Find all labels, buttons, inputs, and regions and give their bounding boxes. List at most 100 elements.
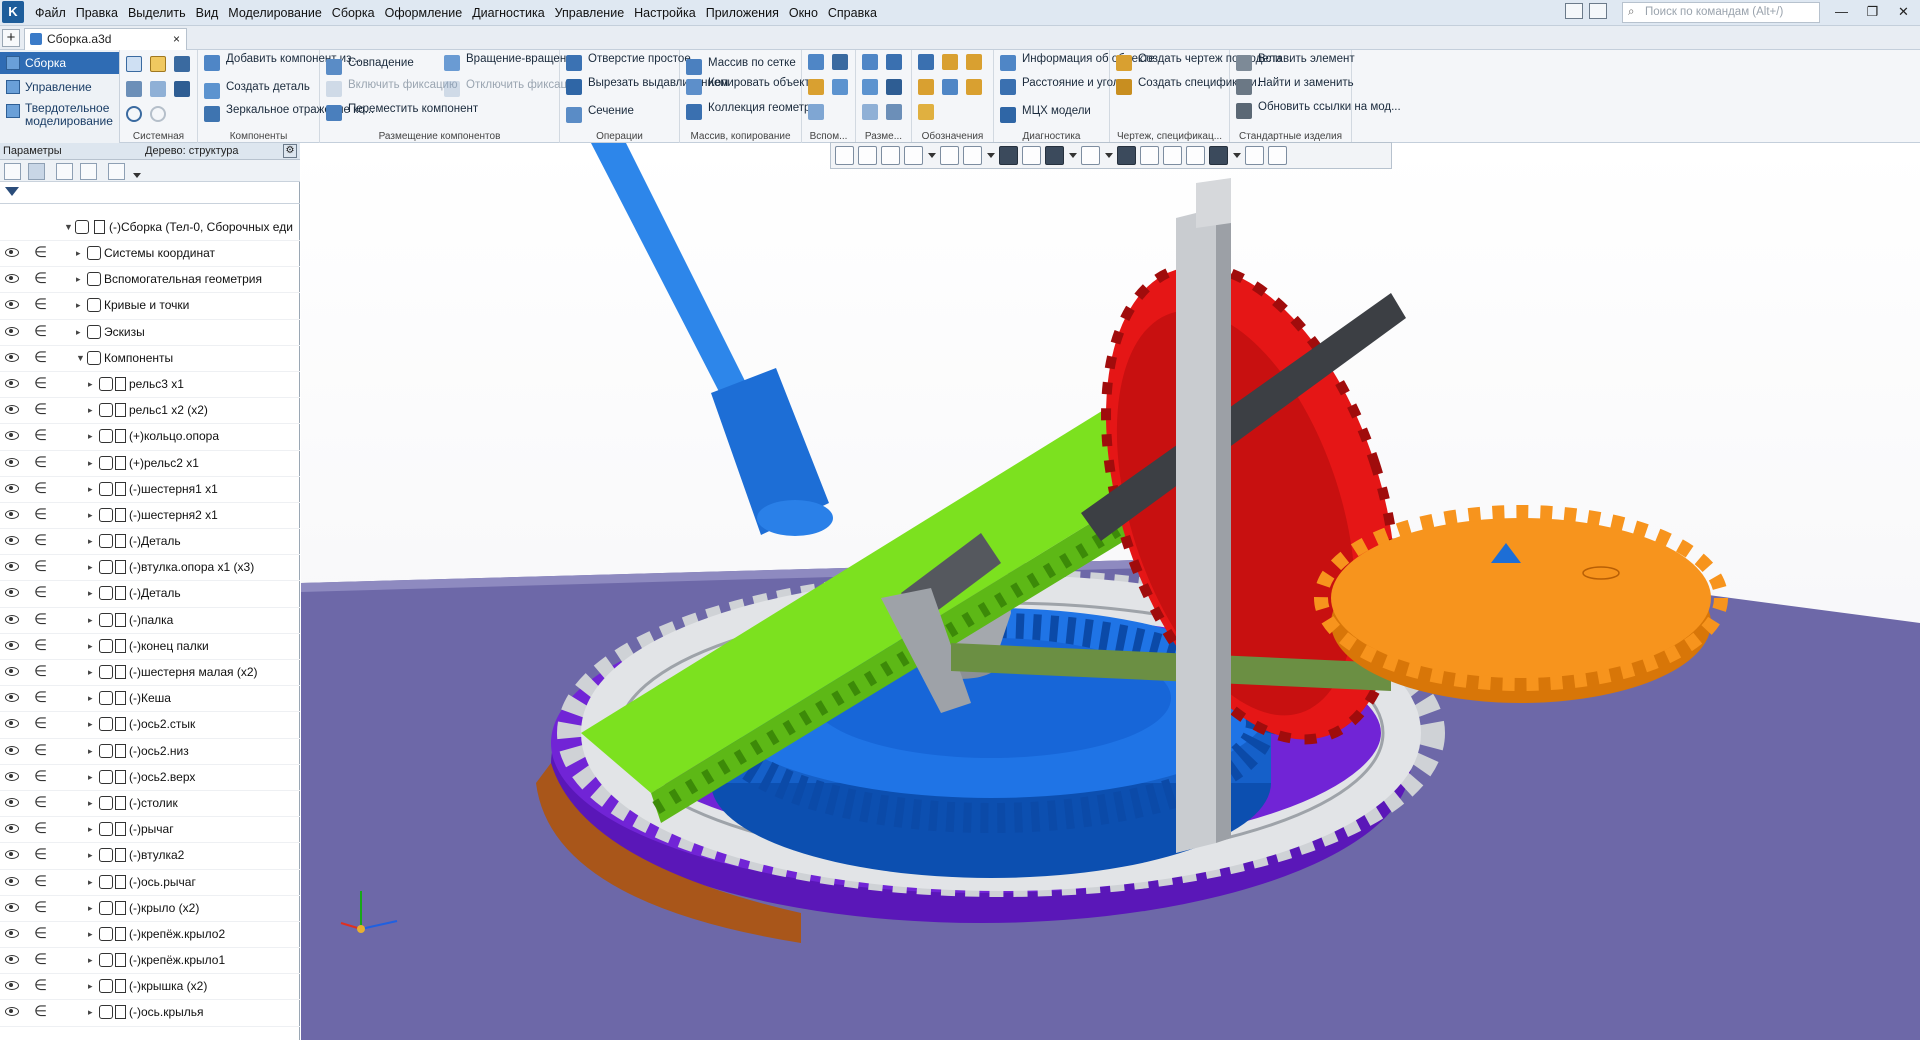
expand-icon[interactable]: ▸ xyxy=(88,955,93,966)
expand-icon[interactable]: ▸ xyxy=(88,405,93,416)
relation-icon[interactable]: ∈ xyxy=(34,847,47,862)
expand-icon[interactable]: ▸ xyxy=(88,667,93,678)
relation-icon[interactable]: ∈ xyxy=(34,245,47,260)
relation-icon[interactable]: ∈ xyxy=(34,402,47,417)
expand-icon[interactable]: ▸ xyxy=(88,641,93,652)
tree-row[interactable]: ∈ ▼ Компоненты xyxy=(0,346,300,372)
tree-row[interactable]: ∈ ▸ (-)шестерня2 x1 xyxy=(0,503,300,530)
tree-options-icon[interactable] xyxy=(108,163,125,180)
expand-icon[interactable]: ▸ xyxy=(88,615,93,626)
visibility-icon[interactable] xyxy=(1081,146,1100,165)
relation-icon[interactable]: ∈ xyxy=(34,874,47,889)
redo-icon[interactable] xyxy=(150,106,166,122)
relation-icon[interactable]: ∈ xyxy=(34,952,47,967)
expand-icon[interactable]: ▸ xyxy=(88,484,93,495)
snap-icon[interactable] xyxy=(1186,146,1205,165)
visibility-eye-icon[interactable] xyxy=(5,274,19,284)
relation-icon[interactable]: ∈ xyxy=(34,638,47,653)
visibility-eye-icon[interactable] xyxy=(5,352,19,362)
tree-show-icon[interactable] xyxy=(56,163,73,180)
tree-row[interactable]: ∈ ▸ (-)столик xyxy=(0,791,300,818)
tree-row[interactable]: ∈ ▸ (-)ось2.стык xyxy=(0,712,300,739)
expand-icon[interactable]: ▸ xyxy=(88,850,93,861)
visibility-eye-icon[interactable] xyxy=(5,640,19,650)
base-icon[interactable] xyxy=(966,54,982,70)
relation-icon[interactable]: ∈ xyxy=(34,821,47,836)
expand-icon[interactable]: ▸ xyxy=(88,510,93,521)
relation-icon[interactable]: ∈ xyxy=(34,481,47,496)
visibility-eye-icon[interactable] xyxy=(5,824,19,834)
expand-icon[interactable]: ▸ xyxy=(88,824,93,835)
mode-solid-modeling[interactable]: Твердотельное моделирование xyxy=(0,100,119,130)
visibility-eye-icon[interactable] xyxy=(5,378,19,388)
tree-row[interactable]: ∈ ▸ Системы координат xyxy=(0,241,300,268)
visibility-eye-icon[interactable] xyxy=(5,902,19,912)
aux-plane-icon[interactable] xyxy=(808,54,824,70)
3d-viewport[interactable] xyxy=(301,143,1920,1040)
add-tab-button[interactable]: + xyxy=(2,29,20,47)
visibility-eye-icon[interactable] xyxy=(5,483,19,493)
find-replace-button[interactable]: Найти и заменить xyxy=(1236,77,1354,95)
expand-icon[interactable]: ▸ xyxy=(88,431,93,442)
expand-icon[interactable]: ▸ xyxy=(88,1007,93,1018)
visibility-eye-icon[interactable] xyxy=(5,588,19,598)
properties-view-icon[interactable] xyxy=(1245,146,1264,165)
visibility-eye-icon[interactable] xyxy=(5,771,19,781)
tree-row[interactable]: ∈ ▸ (-)Кеша xyxy=(0,686,300,713)
minimize-icon[interactable]: — xyxy=(1826,0,1857,26)
menu-file[interactable]: Файл xyxy=(30,0,71,26)
menu-help[interactable]: Справка xyxy=(823,0,882,26)
shaded-mode-icon[interactable] xyxy=(999,146,1018,165)
move-component-button[interactable]: Переместить компонент xyxy=(326,103,478,121)
grid-array-button[interactable]: Массив по сетке xyxy=(686,57,796,75)
visibility-eye-icon[interactable] xyxy=(5,719,19,729)
menu-manage[interactable]: Управление xyxy=(550,0,630,26)
display-dropdown-icon[interactable] xyxy=(1068,146,1077,165)
enable-fixation-button[interactable]: Включить фиксацию xyxy=(326,79,458,97)
menu-modeling[interactable]: Моделирование xyxy=(223,0,327,26)
app-logo-icon[interactable]: K xyxy=(2,1,24,23)
properties-icon[interactable] xyxy=(150,81,166,97)
filter-icon[interactable] xyxy=(5,187,19,196)
expand-icon[interactable]: ▸ xyxy=(88,981,93,992)
gear-icon[interactable]: ⚙ xyxy=(283,144,297,158)
visibility-eye-icon[interactable] xyxy=(5,300,19,310)
view-rotate-icon[interactable] xyxy=(881,146,900,165)
weld-icon[interactable] xyxy=(942,79,958,95)
open-file-icon[interactable] xyxy=(150,56,166,72)
print-icon[interactable] xyxy=(126,81,142,97)
relation-icon[interactable]: ∈ xyxy=(34,559,47,574)
visibility-eye-icon[interactable] xyxy=(5,457,19,467)
relation-icon[interactable]: ∈ xyxy=(34,795,47,810)
expand-icon[interactable]: ▸ xyxy=(88,379,93,390)
visibility-eye-icon[interactable] xyxy=(5,955,19,965)
menu-assembly[interactable]: Сборка xyxy=(327,0,380,26)
angular-dimension-icon[interactable] xyxy=(862,79,878,95)
tree-root-row[interactable]: ▼ (-)Сборка (Тел-0, Сборочных еди xyxy=(0,215,300,242)
selection-filter-icon[interactable] xyxy=(1209,146,1228,165)
orange-gear-top[interactable] xyxy=(1331,518,1711,678)
update-links-button[interactable]: Обновить ссылки на мод... xyxy=(1236,101,1401,119)
edit-disabled-icon[interactable] xyxy=(1268,146,1287,165)
tree-filter-list-icon[interactable] xyxy=(80,163,97,180)
relation-icon[interactable]: ∈ xyxy=(34,585,47,600)
aux-cs-icon[interactable] xyxy=(832,79,848,95)
visibility-eye-icon[interactable] xyxy=(5,405,19,415)
tree-row[interactable]: ∈ ▸ (-)рычаг xyxy=(0,817,300,844)
aux-line-icon[interactable] xyxy=(808,104,824,120)
visibility-eye-icon[interactable] xyxy=(5,536,19,546)
mark-icon[interactable] xyxy=(966,79,982,95)
tab-document[interactable]: Сборка.a3d × xyxy=(24,28,187,50)
aux-point-icon[interactable] xyxy=(808,79,824,95)
expand-icon[interactable]: ▸ xyxy=(88,458,93,469)
pan-dropdown-icon[interactable] xyxy=(986,146,995,165)
expand-icon[interactable]: ▸ xyxy=(88,719,93,730)
save-all-icon[interactable] xyxy=(174,81,190,97)
leader-icon[interactable] xyxy=(918,54,934,70)
relation-icon[interactable]: ∈ xyxy=(34,507,47,522)
new-file-icon[interactable] xyxy=(126,56,142,72)
tree-row[interactable]: ∈ ▸ (-)ось2.низ xyxy=(0,739,300,765)
layers-icon[interactable] xyxy=(1163,146,1182,165)
filter-dropdown-icon[interactable] xyxy=(1232,146,1241,165)
distance-angle-button[interactable]: Расстояние и угол xyxy=(1000,77,1119,95)
